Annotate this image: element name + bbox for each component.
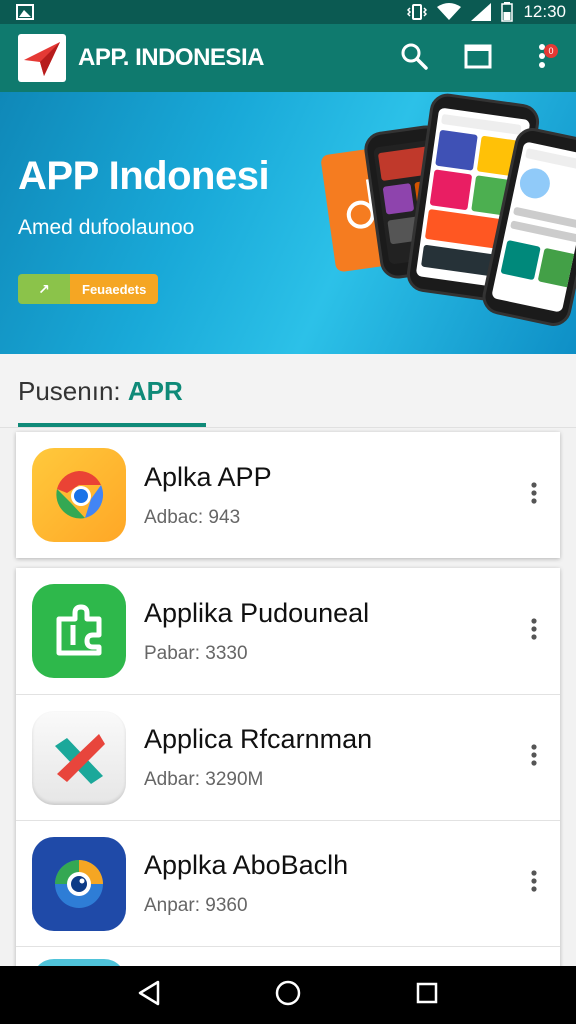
tab-apr-prefix: Pusenın: (18, 376, 121, 406)
home-circle-icon (274, 979, 302, 1012)
app-meta: Adbac: 943 (144, 506, 241, 528)
app-meta: Anpar: 9360 (144, 895, 248, 916)
wifi-icon (437, 3, 462, 21)
notification-badge: 0 (544, 44, 558, 58)
search-button[interactable] (394, 38, 434, 78)
more-vert-icon (531, 617, 537, 645)
app-name: Applka AboBaclh (144, 850, 349, 880)
system-nav-bar (0, 966, 576, 1024)
green-puzzle-icon (32, 584, 126, 678)
item-more-button[interactable] (514, 728, 554, 788)
list-item[interactable]: Applka AboBaclh Anpar: 9360 (16, 820, 560, 946)
item-more-button[interactable] (514, 601, 554, 661)
blue-lens-icon (32, 836, 126, 931)
back-button[interactable] (125, 971, 173, 1019)
app-bar: APP. INDONESIA 0 (0, 24, 576, 92)
search-icon (400, 42, 428, 75)
app-name: Applika Pudouneal (144, 597, 370, 628)
gallery-notification-icon (16, 4, 34, 20)
app-name: Applica Rfcarnman (144, 724, 373, 754)
more-vert-icon (531, 481, 537, 509)
more-menu-button[interactable]: 0 (522, 38, 562, 78)
app-logo[interactable] (18, 34, 66, 82)
more-vert-icon (531, 870, 537, 897)
window-button[interactable] (458, 38, 498, 78)
banner-badge-right[interactable]: Feuaedets (70, 274, 159, 304)
clock-text: 12:30 (523, 2, 566, 21)
list-item[interactable]: Applika Pudouneal Pabar: 3330 (16, 568, 560, 694)
banner-badges[interactable]: ↗ Feuaedets (18, 274, 159, 304)
app-title: APP. INDONESIA (78, 44, 264, 71)
banner-title: APP Indonesi (18, 154, 270, 198)
home-button[interactable] (264, 971, 312, 1019)
item-more-button[interactable] (514, 854, 554, 914)
vibrate-icon (407, 3, 428, 21)
app-name: Aplka APP (144, 461, 272, 492)
list-item[interactable]: Aplka APP Adbac: 943 (16, 432, 560, 558)
tab-apr[interactable]: Pusenın: APR (18, 376, 183, 407)
recents-square-icon (415, 981, 439, 1010)
banner-badge-left[interactable]: ↗ (18, 274, 70, 304)
chrome-style-icon (32, 448, 126, 542)
back-triangle-icon (137, 980, 161, 1011)
tab-apr-label: APR (127, 376, 183, 406)
section-tabs: Pusenın: APR (0, 354, 576, 428)
signal-icon (471, 3, 492, 21)
recents-button[interactable] (403, 971, 451, 1019)
tab-indicator (18, 423, 206, 427)
promo-banner[interactable]: APP Indonesi Amed dufoolaunoo ↗ Feuaedet… (0, 92, 576, 354)
more-vert-icon (531, 744, 537, 771)
status-bar: 12:30 (0, 0, 576, 24)
app-meta: Pabar: 3330 (144, 642, 248, 664)
red-x-icon (32, 710, 126, 805)
app-list-featured: Aplka APP Adbac: 943 (16, 432, 560, 558)
app-list: Applika Pudouneal Pabar: 3330 Applica Rf… (16, 568, 560, 1009)
item-more-button[interactable] (514, 465, 554, 525)
window-icon (464, 43, 492, 74)
app-meta: Adbar: 3290M (144, 769, 264, 790)
battery-icon (501, 2, 514, 22)
list-item[interactable]: Applica Rfcarnman Adbar: 3290M (16, 694, 560, 820)
banner-subtitle: Amed dufoolaunoo (18, 216, 195, 239)
